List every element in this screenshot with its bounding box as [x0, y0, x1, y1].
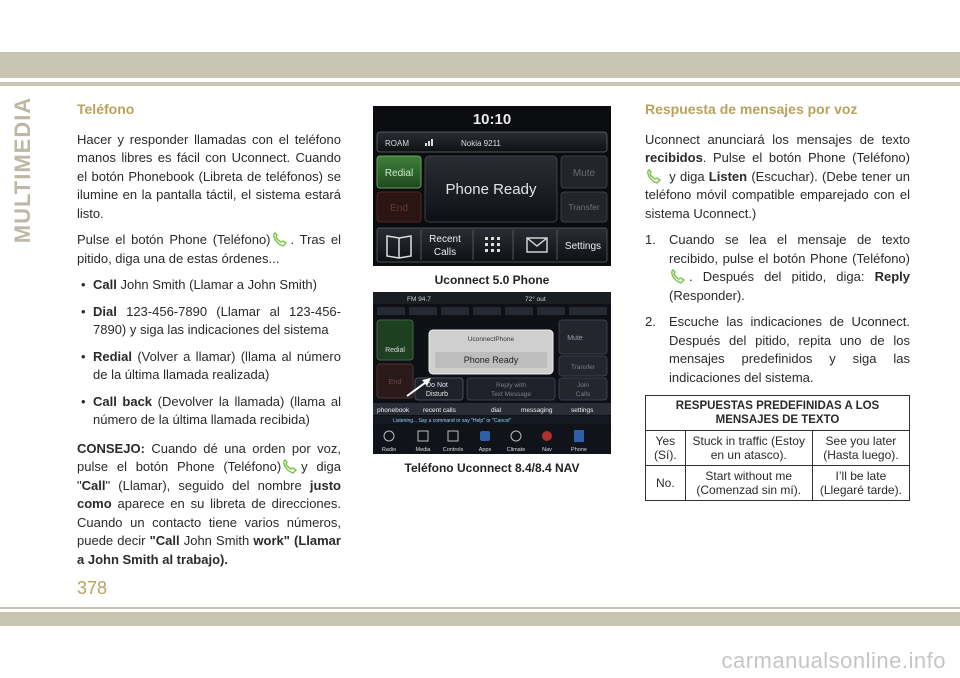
table-cell: I’ll be late (Llegaré tarde). — [811, 465, 911, 501]
left-column: Teléfono Hacer y responder llamadas con … — [77, 100, 341, 577]
svg-text:Redial: Redial — [385, 347, 405, 354]
footer-rule — [0, 607, 960, 609]
svg-text:Mute: Mute — [567, 335, 583, 342]
redial-button[interactable] — [376, 319, 414, 361]
roam-label: ROAM — [385, 139, 409, 148]
watermark: carmanualsonline.info — [721, 648, 946, 673]
press-instruction: Pulse el botón Phone (Teléfono). Tras el… — [77, 232, 341, 266]
command-item-dial: Dial 123-456-7890 (Llamar al 123-456-789… — [77, 303, 341, 340]
settings-label: Settings — [565, 241, 601, 252]
command-item-call: Call John Smith (Llamar a John Smith) — [77, 276, 341, 295]
nav-controls[interactable]: Controls — [443, 447, 464, 453]
outside-temp: 72° out — [525, 295, 546, 303]
svg-text:End: End — [389, 379, 402, 386]
nav-radio[interactable]: Radio — [382, 447, 396, 453]
tab-dial[interactable]: dial — [491, 407, 502, 414]
svg-text:Text Message: Text Message — [491, 391, 531, 398]
nav-phone[interactable]: Phone — [571, 447, 587, 453]
voice-prompt: Listening... Say a command or say "Help"… — [393, 418, 511, 424]
phone-icon — [671, 269, 686, 284]
svg-text:Calls: Calls — [434, 247, 456, 258]
step-2: 2. Escuche las indicaciones de Uconnect. … — [645, 314, 910, 385]
favorites-strip — [377, 307, 607, 315]
svg-text:Mute: Mute — [573, 168, 596, 179]
command-item-callback: Call back (Devolver la llamada) (llama a… — [77, 393, 341, 430]
dialpad-icon[interactable] — [485, 237, 500, 252]
screen1-caption: Uconnect 5.0 Phone — [434, 273, 550, 287]
table-row: No. Start without me (Comenzad sin mí). … — [645, 465, 911, 501]
uconnect-5-screen: 10:10 ROAM Nokia 9211 Redial End Phone R… — [373, 106, 611, 266]
phone-icon — [647, 168, 662, 184]
tab-phonebook[interactable]: phonebook — [377, 407, 410, 414]
device-name: UconnectPhone — [468, 336, 515, 343]
uconnect-84-screenshot: FM 94.7 72° out Redial End UconnectPhone… — [373, 292, 611, 454]
tab-recent-calls[interactable]: recent calls — [423, 407, 457, 414]
page-number: 378 — [77, 578, 108, 598]
table-row: Yes (Sí). Stuck in traffic (Estoy en un … — [645, 430, 911, 466]
phone-heading: Teléfono — [77, 101, 135, 117]
phone-status: Phone Ready — [464, 355, 519, 365]
svg-text:Calls: Calls — [576, 391, 591, 398]
uconnect-5-screenshot: 10:10 ROAM Nokia 9211 Redial End Phone R… — [373, 106, 611, 266]
svg-text:Reply with: Reply with — [496, 382, 526, 389]
section-tab: MULTIMEDIA — [6, 96, 40, 244]
tab-messaging[interactable]: messaging — [521, 407, 553, 414]
radio-station: FM 94.7 — [407, 296, 431, 303]
svg-text:End: End — [390, 203, 408, 214]
command-item-redial: Redial (Volver a llamar) (llama al númer… — [77, 348, 341, 385]
svg-text:Transfer: Transfer — [568, 202, 600, 212]
table-cell: Start without me (Comenzad sin mí). — [684, 465, 813, 501]
nav-media[interactable]: Media — [416, 447, 432, 453]
recent-calls-label: Recent — [429, 234, 461, 245]
table-cell: Yes (Sí). — [645, 430, 686, 466]
screen2-caption: Teléfono Uconnect 8.4/8.4 NAV — [404, 461, 580, 475]
voice-reply-heading: Respuesta de mensajes por voz — [645, 101, 858, 117]
nav-apps[interactable]: Apps — [479, 447, 492, 453]
header-rule — [0, 82, 960, 86]
nav-climate[interactable]: Climate — [507, 447, 526, 453]
tab-settings[interactable]: settings — [571, 407, 594, 414]
predefined-responses-table: RESPUESTAS PREDEFINIDAS A LOS MENSAJES D… — [645, 395, 911, 501]
tip-paragraph: CONSEJO: Cuando dé una orden por voz, pu… — [77, 440, 341, 567]
svg-text:Transfer: Transfer — [571, 364, 596, 371]
nav-nav[interactable]: Nav — [542, 447, 552, 453]
svg-text:Do Not: Do Not — [426, 382, 448, 389]
phone-status: Phone Ready — [446, 181, 537, 198]
mute-button[interactable] — [558, 319, 608, 355]
svg-text:Disturb: Disturb — [426, 391, 448, 398]
header-band — [0, 52, 960, 78]
table-cell: See you later (Hasta luego). — [811, 430, 911, 466]
table-cell: Stuck in traffic (Estoy en un atasco). — [684, 430, 813, 466]
section-tab-label: MULTIMEDIA — [10, 96, 35, 244]
clock: 10:10 — [473, 111, 511, 128]
svg-text:Join: Join — [577, 382, 589, 389]
footer-band — [0, 612, 960, 626]
table-cell: No. — [645, 465, 686, 501]
table-header-row: RESPUESTAS PREDEFINIDAS A LOS MENSAJES D… — [645, 395, 910, 431]
carrier-label: Nokia 9211 — [461, 139, 501, 148]
intro-paragraph: Hacer y responder llamadas con el teléfo… — [77, 131, 341, 221]
right-column: Respuesta de mensajes por voz Uconnect a… — [645, 100, 911, 501]
step-1: 1. Cuando se lea el mensaje de texto reci… — [645, 232, 910, 303]
voice-reply-intro: Uconnect anunciará los mensajes de texto… — [645, 131, 910, 221]
uconnect-84-screen: FM 94.7 72° out Redial End UconnectPhone… — [373, 292, 611, 454]
svg-text:Redial: Redial — [385, 168, 413, 179]
phone-icon — [283, 459, 298, 474]
table-header: RESPUESTAS PREDEFINIDAS A LOS MENSAJES D… — [645, 395, 910, 431]
phone-icon — [272, 232, 287, 247]
